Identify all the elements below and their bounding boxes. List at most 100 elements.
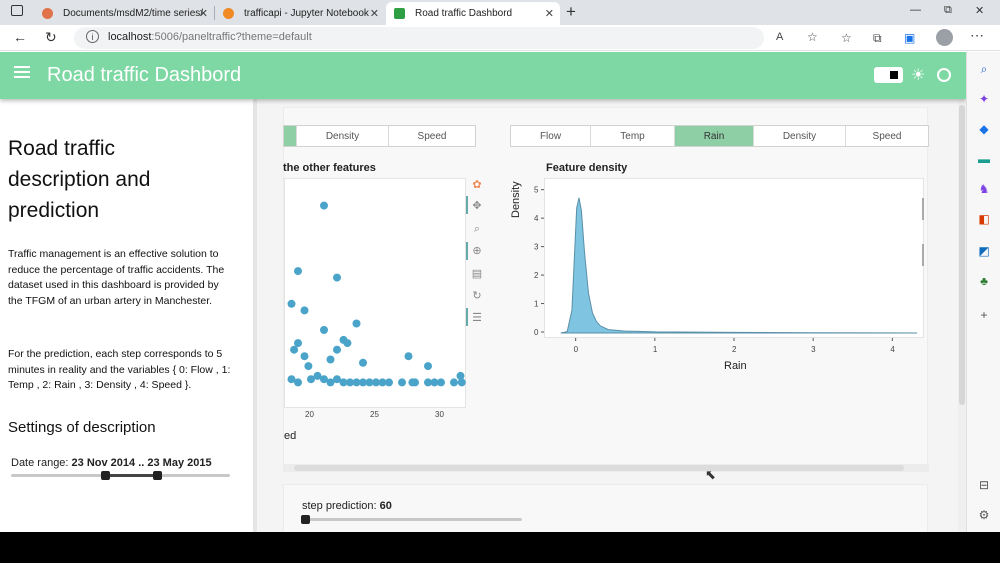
extension-icon[interactable]: ▣ [904, 31, 915, 45]
tab-flow[interactable]: Flow [511, 126, 591, 146]
status-circle-icon [937, 68, 951, 82]
browser-tab-dashboard[interactable]: Road traffic Dashbord ✕ [386, 2, 560, 25]
scatter-point [304, 362, 313, 371]
close-tab-icon[interactable]: ✕ [370, 7, 379, 20]
close-tab-icon[interactable]: ✕ [545, 7, 554, 20]
date-range-slider[interactable] [11, 474, 230, 477]
scrollbar-thumb[interactable] [294, 465, 904, 471]
tab-label: trafficapi - Jupyter Notebook [244, 8, 369, 19]
read-aloud-icon[interactable]: A [776, 31, 783, 43]
step-prediction-slider[interactable] [302, 518, 522, 521]
plot-toolbar: ✿ ✥ ⌕ ⊕ ▤ ↻ ☰ [466, 178, 488, 338]
scatter-xtick-label: 30 [435, 410, 444, 419]
scatter-point [450, 378, 458, 387]
scatter-xtick-label: 20 [305, 410, 314, 419]
tab-rain[interactable]: Rain [675, 126, 754, 146]
density-svg [560, 197, 918, 334]
scatter-point [385, 378, 393, 387]
favorite-add-icon[interactable]: ☆ [807, 30, 818, 44]
reset-icon[interactable]: ↻ [470, 289, 484, 303]
prediction-paragraph: For the prediction, each step correspond… [8, 348, 231, 391]
density-plot[interactable] [544, 178, 924, 338]
tab-speed-left[interactable]: Speed [389, 126, 475, 146]
active-tool-marker [466, 196, 468, 214]
profile-avatar[interactable] [936, 29, 953, 46]
tab-density[interactable]: Density [754, 126, 846, 146]
search-icon[interactable]: ⌕ [977, 62, 991, 76]
collections-icon[interactable]: ⧉ [873, 31, 882, 46]
tab-favicon-icon [394, 8, 405, 19]
url-field[interactable]: i localhost:5006/paneltraffic?theme=defa… [74, 27, 818, 49]
scatter-point [333, 273, 341, 282]
save-icon[interactable]: ▤ [470, 267, 484, 281]
left-feature-tabs: Density Speed [283, 125, 476, 147]
new-tab-button[interactable]: + [566, 2, 576, 22]
minimize-button[interactable]: — [910, 4, 921, 16]
panel-icon[interactable]: ⊟ [977, 478, 991, 492]
address-bar: ← ↻ i localhost:5006/paneltraffic?theme=… [0, 25, 1000, 51]
right-feature-tabs: Flow Temp Rain Density Speed [510, 125, 929, 147]
density-xlabel: Rain [724, 360, 747, 372]
sun-icon[interactable]: ☀ [911, 65, 925, 85]
density-ytick-label: 4 [534, 214, 539, 223]
scatter-point [408, 378, 417, 387]
scatter-point [287, 299, 296, 308]
briefcase-icon[interactable]: ▬ [977, 152, 991, 166]
plus-icon[interactable]: + [977, 308, 991, 322]
density-xtick-label: 2 [732, 345, 737, 354]
date-range-end-handle[interactable] [153, 471, 162, 480]
bag-icon[interactable]: ◆ [977, 122, 991, 136]
tab-density-left[interactable]: Density [297, 126, 389, 146]
tab-strip: Documents/msdM2/time series/ ✕ trafficap… [0, 0, 1000, 25]
close-tab-icon[interactable]: ✕ [199, 7, 208, 20]
browser-tab-jupyter[interactable]: trafficapi - Jupyter Notebook ✕ [215, 2, 385, 25]
dashboard-title: Road traffic Dashbord [47, 64, 242, 86]
scatter-point [320, 326, 328, 334]
scatter-xticks: 20 25 30 [284, 410, 466, 424]
date-range-start-handle[interactable] [101, 471, 110, 480]
density-ytick-label: 2 [534, 271, 539, 280]
more-menu-icon[interactable]: ⋯ [970, 27, 984, 44]
scatter-plot[interactable] [284, 178, 466, 408]
settings-icon[interactable]: ⚙ [977, 508, 991, 522]
dashboard-page: Road traffic Dashbord ☀ Road traffic des… [0, 52, 966, 532]
restore-button[interactable]: ⧉ [944, 4, 952, 17]
date-range-label: Date range: 23 Nov 2014 .. 23 May 2015 [11, 457, 212, 469]
hover-icon[interactable]: ☰ [470, 311, 484, 325]
page-scrollbar[interactable] [958, 99, 966, 532]
refresh-icon[interactable]: ↻ [45, 29, 57, 46]
info-icon[interactable]: i [86, 30, 99, 43]
browser-tab-documents[interactable]: Documents/msdM2/time series/ ✕ [34, 2, 214, 25]
pan-icon[interactable]: ✥ [470, 199, 484, 213]
favorites-icon[interactable]: ☆ [841, 31, 852, 45]
game-icon[interactable]: ♞ [977, 182, 991, 196]
zoom-icon[interactable]: ⌕ [470, 222, 484, 236]
scatter-svg [287, 201, 466, 387]
dashboard-header: Road traffic Dashbord ☀ [0, 52, 966, 99]
theme-toggle[interactable] [874, 67, 903, 83]
sidebar-divider [253, 99, 257, 532]
tab-partial-active[interactable] [284, 126, 297, 146]
wheel-zoom-icon[interactable]: ⊕ [470, 244, 484, 258]
letterbox-bar [0, 532, 1000, 563]
scatter-point [457, 378, 466, 387]
step-prediction-handle[interactable] [301, 515, 310, 524]
hamburger-icon[interactable] [14, 66, 30, 78]
tab-speed[interactable]: Speed [846, 126, 928, 146]
bokeh-logo-icon[interactable]: ✿ [470, 178, 484, 192]
scatter-point [294, 378, 302, 387]
scatter-point [343, 339, 352, 348]
close-window-button[interactable]: ✕ [975, 4, 984, 17]
tab-temp[interactable]: Temp [591, 126, 675, 146]
mouse-cursor-icon: ⬉ [705, 467, 716, 482]
tab-actions-icon[interactable] [11, 5, 23, 16]
back-arrow-icon[interactable]: ← [13, 29, 27, 45]
horizontal-scrollbar[interactable] [284, 464, 929, 472]
office-icon[interactable]: ◧ [977, 212, 991, 226]
tree-icon[interactable]: ♣ [977, 274, 991, 288]
density-ylabel: Density [510, 181, 522, 218]
page-scrollbar-thumb[interactable] [959, 105, 965, 405]
sparkle-icon[interactable]: ✦ [977, 92, 991, 106]
outlook-icon[interactable]: ◩ [977, 244, 991, 258]
url-text[interactable]: localhost:5006/paneltraffic?theme=defaul… [108, 31, 312, 43]
